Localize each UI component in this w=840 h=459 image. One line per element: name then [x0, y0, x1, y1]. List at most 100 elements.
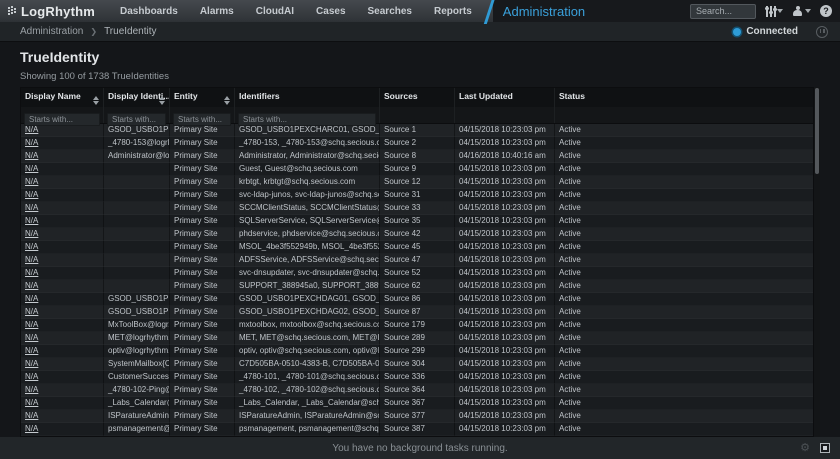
- table-row[interactable]: N/A _4780-153@logrh... Primary Site _478…: [21, 137, 813, 150]
- status-cell: Active: [555, 384, 813, 397]
- nav-active-section: Administration ?: [493, 0, 840, 22]
- nav-item-cloudai[interactable]: CloudAI: [245, 0, 305, 22]
- display-identifier-cell: [104, 215, 170, 228]
- nav-item-cases[interactable]: Cases: [305, 0, 356, 22]
- table-row[interactable]: N/A Primary Site svc-ldap-junos, svc-lda…: [21, 189, 813, 202]
- last-updated-cell: 04/15/2018 10:23:03 pm: [455, 176, 555, 189]
- column-header-entity[interactable]: Entity: [170, 88, 235, 107]
- breadcrumb-administration[interactable]: Administration: [20, 26, 83, 37]
- search-input[interactable]: [690, 4, 756, 19]
- pause-updates-button[interactable]: [816, 26, 828, 38]
- table-row[interactable]: N/A _Labs_Calendar@... Primary Site _Lab…: [21, 397, 813, 410]
- entity-cell: Primary Site: [170, 397, 235, 410]
- last-updated-cell: 04/15/2018 10:23:03 pm: [455, 358, 555, 371]
- display-name-link[interactable]: N/A: [25, 151, 38, 160]
- breadcrumb-trueidentity[interactable]: TrueIdentity: [104, 26, 156, 37]
- entity-cell: Primary Site: [170, 163, 235, 176]
- table-row[interactable]: N/A Primary Site krbtgt, krbtgt@schq.sec…: [21, 176, 813, 189]
- nav-item-alarms[interactable]: Alarms: [189, 0, 245, 22]
- last-updated-cell: 04/15/2018 10:23:03 pm: [455, 202, 555, 215]
- display-name-link[interactable]: N/A: [25, 411, 38, 420]
- table-row[interactable]: N/A CustomerSuccess... Primary Site _478…: [21, 371, 813, 384]
- table-row[interactable]: N/A Primary Site SQLServerService, SQLSe…: [21, 215, 813, 228]
- vertical-scrollbar-thumb[interactable]: [815, 88, 819, 174]
- settings-sliders-menu[interactable]: [765, 6, 783, 17]
- display-name-link[interactable]: N/A: [25, 372, 38, 381]
- display-name-link[interactable]: N/A: [25, 307, 38, 316]
- help-icon[interactable]: ?: [820, 5, 832, 17]
- display-name-link[interactable]: N/A: [25, 320, 38, 329]
- column-header-display-name[interactable]: Display Name: [21, 88, 104, 107]
- entity-cell: Primary Site: [170, 254, 235, 267]
- table-row[interactable]: N/A _4780-102-Ping@... Primary Site _478…: [21, 384, 813, 397]
- table-row[interactable]: N/A Primary Site MSOL_4be3f552949b, MSOL…: [21, 241, 813, 254]
- table-row[interactable]: N/A Primary Site phdservice, phdservice@…: [21, 228, 813, 241]
- display-name-link[interactable]: N/A: [25, 190, 38, 199]
- table-row[interactable]: N/A ISParatureAdmin... Primary Site ISPa…: [21, 410, 813, 423]
- nav-main-section: LogRhythm Dashboards Alarms CloudAI Case…: [0, 0, 483, 22]
- identifiers-cell: MSOL_4be3f552949b, MSOL_4be3f552949b...: [235, 241, 380, 254]
- nav-item-dashboards[interactable]: Dashboards: [109, 0, 189, 22]
- table-row[interactable]: N/A optiv@logrhythm... Primary Site opti…: [21, 345, 813, 358]
- table-row[interactable]: N/A Primary Site SCCMClientStatus, SCCMC…: [21, 202, 813, 215]
- table-row[interactable]: N/A Primary Site SUPPORT_388945a0, SUPPO…: [21, 280, 813, 293]
- status-cell: Active: [555, 332, 813, 345]
- logrhythm-logo[interactable]: LogRhythm: [8, 4, 95, 19]
- column-header-last-updated[interactable]: Last Updated: [455, 88, 555, 107]
- display-name-link[interactable]: N/A: [25, 268, 38, 277]
- vertical-scrollbar[interactable]: [814, 87, 820, 437]
- display-name-link[interactable]: N/A: [25, 242, 38, 251]
- display-name-link[interactable]: N/A: [25, 398, 38, 407]
- table-row[interactable]: N/A Primary Site ADFSService, ADFSServic…: [21, 254, 813, 267]
- breadcrumb-bar: Administration ❯ TrueIdentity Connected: [0, 22, 840, 42]
- display-identifier-cell: SystemMailbox{C...: [104, 358, 170, 371]
- user-menu[interactable]: [792, 6, 811, 17]
- status-cell: Active: [555, 423, 813, 436]
- table-row[interactable]: N/A GSOD_USBO1PEX... Primary Site GSOD_U…: [21, 306, 813, 319]
- sort-icon[interactable]: [158, 96, 165, 105]
- display-name-link[interactable]: N/A: [25, 333, 38, 342]
- sources-cell: Source 364: [380, 384, 455, 397]
- table-row[interactable]: N/A GSOD_USBO1PEX... Primary Site GSOD_U…: [21, 124, 813, 137]
- display-name-link[interactable]: N/A: [25, 203, 38, 212]
- nav-item-searches[interactable]: Searches: [357, 0, 423, 22]
- display-name-link[interactable]: N/A: [25, 164, 38, 173]
- last-updated-cell: 04/15/2018 10:23:03 pm: [455, 332, 555, 345]
- display-name-link[interactable]: N/A: [25, 138, 38, 147]
- display-name-link[interactable]: N/A: [25, 229, 38, 238]
- display-name-link[interactable]: N/A: [25, 359, 38, 368]
- sort-icon[interactable]: [92, 96, 99, 105]
- display-name-link[interactable]: N/A: [25, 346, 38, 355]
- column-header-display-identifier[interactable]: Display Identi...: [104, 88, 170, 107]
- display-name-link[interactable]: N/A: [25, 125, 38, 134]
- gear-icon[interactable]: ⚙: [800, 443, 810, 454]
- table-row[interactable]: N/A Administrator@lo... Primary Site Adm…: [21, 150, 813, 163]
- sort-icon[interactable]: [223, 96, 230, 105]
- table-row[interactable]: N/A MET@logrhythm... Primary Site MET, M…: [21, 332, 813, 345]
- column-header-status[interactable]: Status: [555, 88, 813, 107]
- sources-cell: Source 367: [380, 397, 455, 410]
- table-row[interactable]: N/A MxToolBox@logr... Primary Site mxtoo…: [21, 319, 813, 332]
- column-header-sources[interactable]: Sources: [380, 88, 455, 107]
- panel-toggle-icon[interactable]: [820, 443, 830, 453]
- nav-item-administration-active[interactable]: Administration: [503, 4, 585, 19]
- display-name-link[interactable]: N/A: [25, 177, 38, 186]
- table-row[interactable]: N/A GSOD_USBO1PEX... Primary Site GSOD_U…: [21, 293, 813, 306]
- last-updated-cell: 04/15/2018 10:23:03 pm: [455, 410, 555, 423]
- display-name-link[interactable]: N/A: [25, 281, 38, 290]
- display-identifier-cell: MET@logrhythm...: [104, 332, 170, 345]
- display-name-link[interactable]: N/A: [25, 294, 38, 303]
- nav-item-reports[interactable]: Reports: [423, 0, 483, 22]
- table-row[interactable]: N/A Primary Site Guest, Guest@schq.secio…: [21, 163, 813, 176]
- display-name-link[interactable]: N/A: [25, 216, 38, 225]
- table-row[interactable]: N/A Primary Site svc-dnsupdater, svc-dns…: [21, 267, 813, 280]
- column-header-identifiers[interactable]: Identifiers: [235, 88, 380, 107]
- display-name-link[interactable]: N/A: [25, 255, 38, 264]
- table-row[interactable]: N/A psmanagement@... Primary Site psmana…: [21, 423, 813, 436]
- entity-cell: Primary Site: [170, 176, 235, 189]
- identifiers-cell: svc-ldap-junos, svc-ldap-junos@schq.seci…: [235, 189, 380, 202]
- table-row[interactable]: N/A SystemMailbox{C... Primary Site C7D5…: [21, 358, 813, 371]
- identifiers-cell: ISParatureAdmin, ISParatureAdmin@schq.se…: [235, 410, 380, 423]
- display-name-link[interactable]: N/A: [25, 424, 38, 433]
- display-name-link[interactable]: N/A: [25, 385, 38, 394]
